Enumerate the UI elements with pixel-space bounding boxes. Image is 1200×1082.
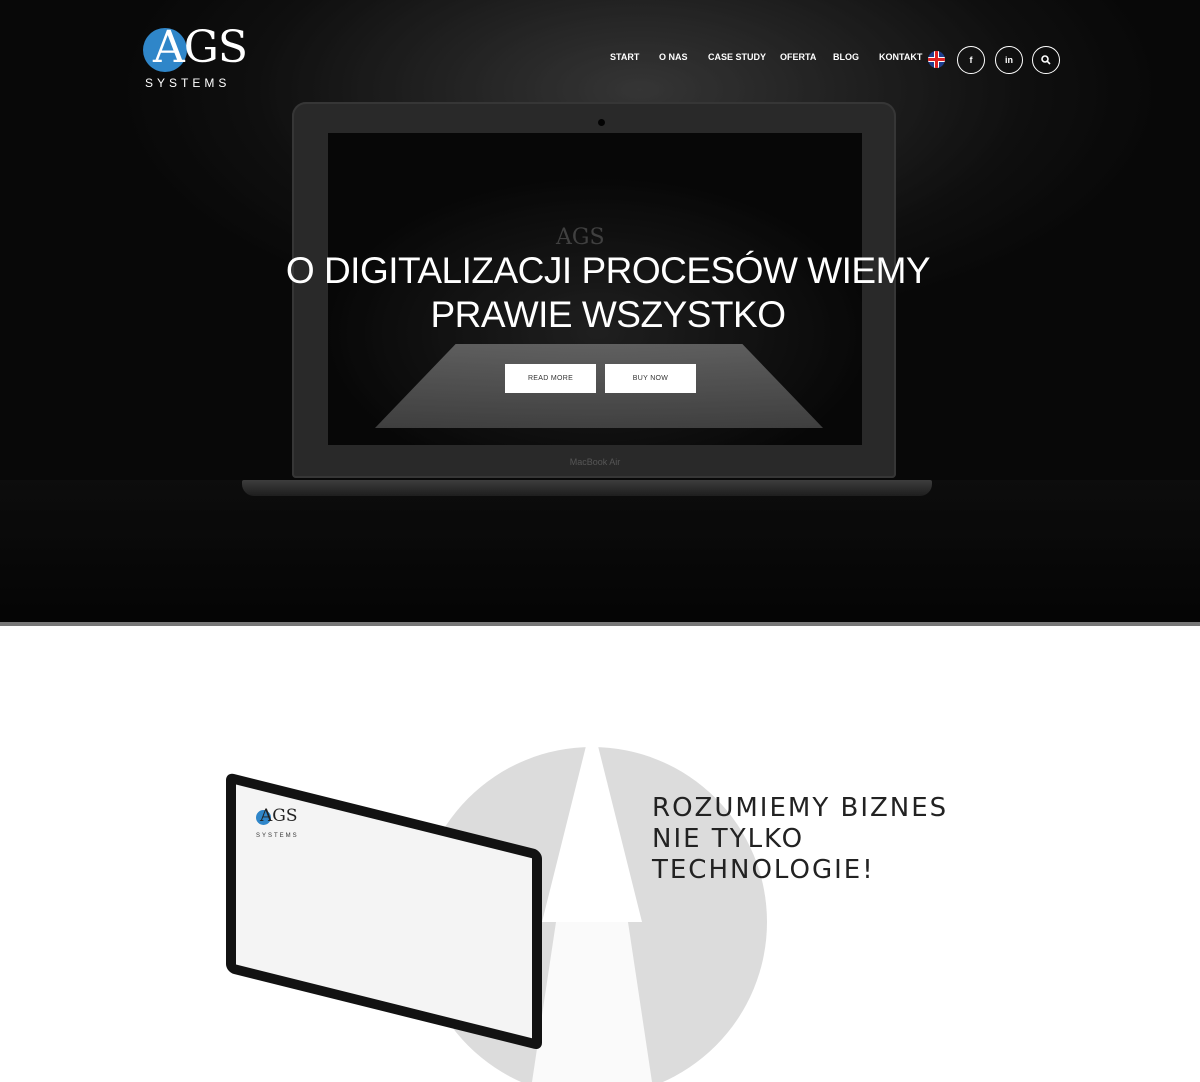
nav-blog[interactable]: BLOG	[833, 52, 859, 62]
site-logo[interactable]: AGS SYSTEMS	[143, 22, 255, 92]
hero-title: O DIGITALIZACJI PROCESÓW WIEMY PRAWIE WS…	[200, 249, 1016, 337]
logo-subtext: SYSTEMS	[145, 76, 231, 90]
monitor-logo-subtext: SYSTEMS	[256, 833, 299, 839]
about-heading: ROZUMIEMY BIZNES NIE TYLKO TECHNOLOGIE!	[652, 793, 972, 886]
nav-oferta[interactable]: OFERTA	[780, 52, 816, 62]
hero-title-line-1: O DIGITALIZACJI PROCESÓW WIEMY	[285, 250, 931, 291]
monitor-logo: AGS SYSTEMS	[254, 806, 314, 846]
nav-start[interactable]: START	[610, 52, 639, 62]
about-heading-line-1: ROZUMIEMY BIZNES	[652, 793, 949, 823]
about-heading-line-3: TECHNOLOGIE!	[652, 855, 875, 885]
facebook-button[interactable]: f	[957, 46, 985, 74]
buy-now-button[interactable]: BUY NOW	[605, 364, 696, 393]
nav-kontakt[interactable]: KONTAKT	[879, 52, 922, 62]
search-icon	[1041, 55, 1051, 65]
nav-case-study[interactable]: CASE STUDY	[708, 52, 766, 62]
monitor-logo-wordmark: AGS	[260, 806, 298, 826]
nav-o-nas[interactable]: O NAS	[659, 52, 688, 62]
hero-bottom-border	[0, 622, 1200, 626]
hero-title-line-2: PRAWIE WSZYSTKO	[430, 294, 786, 335]
logo-wordmark: AGS	[153, 22, 248, 73]
linkedin-icon: in	[1005, 55, 1013, 65]
facebook-icon: f	[969, 55, 973, 65]
uk-flag-icon[interactable]	[928, 51, 945, 68]
about-heading-line-2: NIE TYLKO	[652, 824, 805, 854]
read-more-button[interactable]: READ MORE	[505, 364, 596, 393]
linkedin-button[interactable]: in	[995, 46, 1023, 74]
search-button[interactable]	[1032, 46, 1060, 74]
